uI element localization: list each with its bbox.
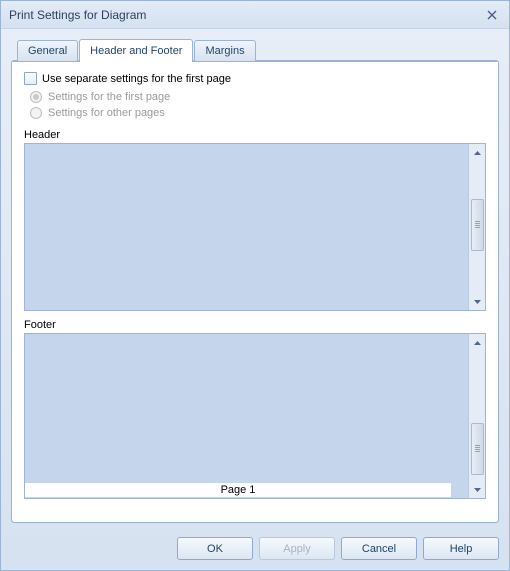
footer-label: Footer xyxy=(24,319,486,331)
use-separate-checkbox[interactable] xyxy=(24,72,37,85)
ok-button[interactable]: OK xyxy=(177,537,253,560)
cancel-button[interactable]: Cancel xyxy=(341,537,417,560)
tab-general[interactable]: General xyxy=(17,40,78,61)
tab-margins-label: Margins xyxy=(205,45,244,57)
dialog-body: General Header and Footer Margins Use se… xyxy=(1,29,509,529)
tab-header-footer[interactable]: Header and Footer xyxy=(79,39,193,62)
scroll-track[interactable] xyxy=(471,351,484,481)
cancel-label: Cancel xyxy=(362,543,396,555)
settings-first-label: Settings for the first page xyxy=(48,91,170,103)
settings-other-radio xyxy=(30,107,42,119)
footer-page-indicator: Page 1 xyxy=(25,482,451,497)
help-label: Help xyxy=(450,543,473,555)
settings-first-radio xyxy=(30,91,42,103)
close-icon[interactable] xyxy=(483,8,501,22)
scroll-thumb[interactable] xyxy=(471,199,484,251)
ok-label: OK xyxy=(207,543,223,555)
apply-label: Apply xyxy=(283,543,311,555)
scroll-track[interactable] xyxy=(471,161,484,293)
apply-button: Apply xyxy=(259,537,335,560)
tab-general-label: General xyxy=(28,45,67,57)
window-title: Print Settings for Diagram xyxy=(9,8,483,22)
scroll-up-icon[interactable] xyxy=(471,336,484,349)
titlebar: Print Settings for Diagram xyxy=(1,1,509,29)
dialog-window: Print Settings for Diagram General Heade… xyxy=(0,0,510,571)
help-button[interactable]: Help xyxy=(423,537,499,560)
use-separate-row: Use separate settings for the first page xyxy=(24,72,486,85)
tab-margins[interactable]: Margins xyxy=(194,40,255,61)
scroll-down-icon[interactable] xyxy=(471,483,484,496)
scroll-up-icon[interactable] xyxy=(471,146,484,159)
footer-editor[interactable]: Page 1 xyxy=(24,333,486,499)
tab-content: Use separate settings for the first page… xyxy=(12,61,498,522)
tab-panel: Use separate settings for the first page… xyxy=(11,60,499,523)
settings-other-row: Settings for other pages xyxy=(30,107,486,119)
tab-header-footer-label: Header and Footer xyxy=(90,45,182,57)
header-label: Header xyxy=(24,129,486,141)
header-canvas[interactable] xyxy=(25,144,468,310)
settings-other-label: Settings for other pages xyxy=(48,107,165,119)
use-separate-label: Use separate settings for the first page xyxy=(42,73,231,85)
button-row: OK Apply Cancel Help xyxy=(1,529,509,570)
tabstrip: General Header and Footer Margins xyxy=(11,37,499,61)
header-editor[interactable] xyxy=(24,143,486,311)
footer-canvas[interactable]: Page 1 xyxy=(25,334,468,498)
settings-first-row: Settings for the first page xyxy=(30,91,486,103)
footer-scrollbar[interactable] xyxy=(468,334,485,498)
scroll-thumb[interactable] xyxy=(471,423,484,475)
header-scrollbar[interactable] xyxy=(468,144,485,310)
scroll-down-icon[interactable] xyxy=(471,295,484,308)
